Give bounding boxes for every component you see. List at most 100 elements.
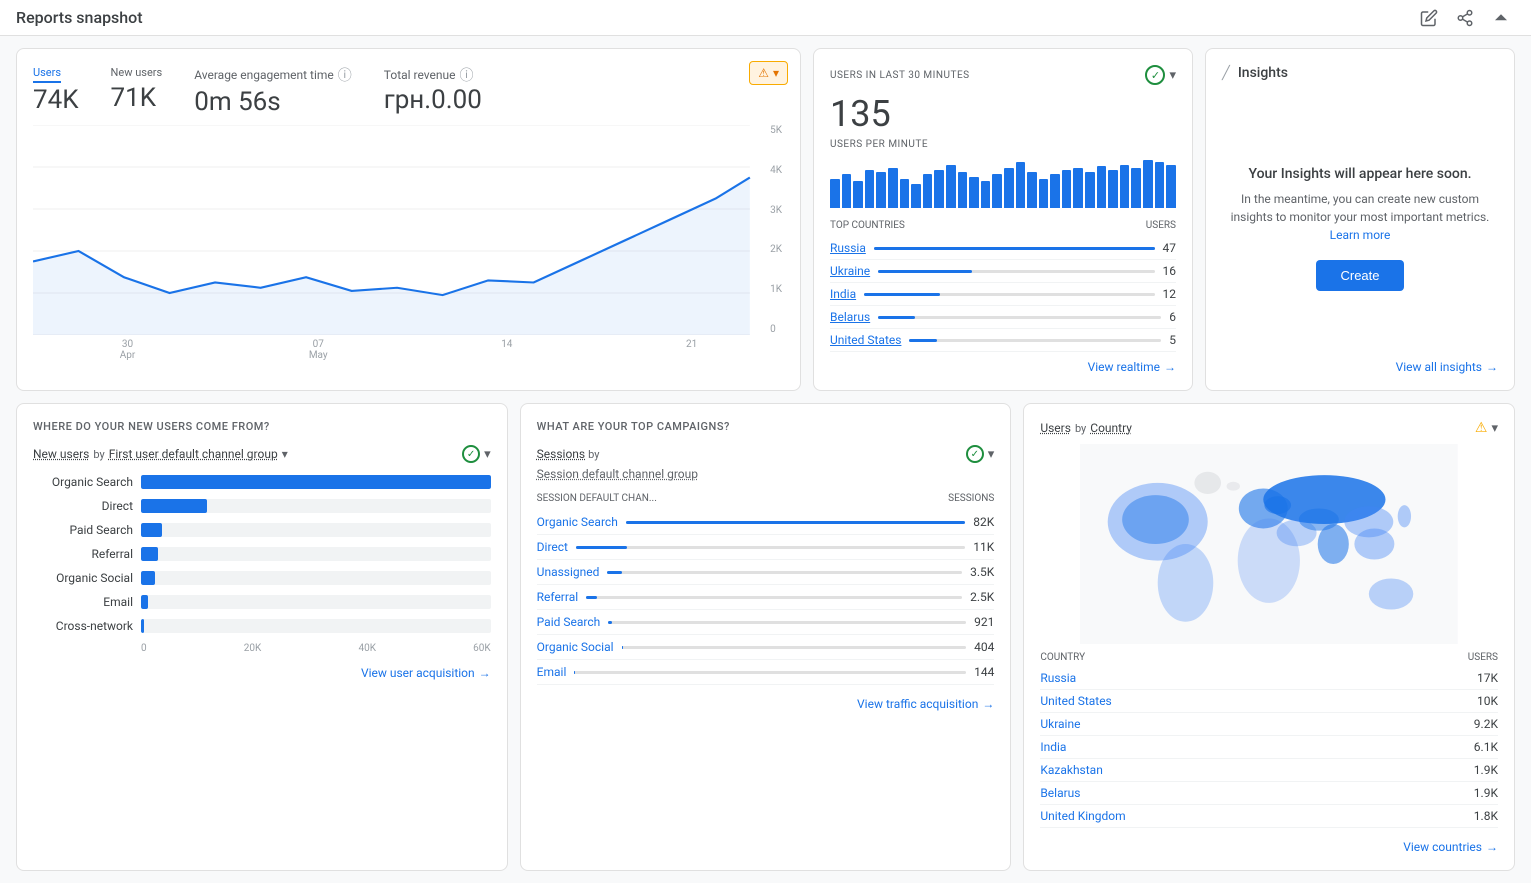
countries-list: Russia 47 Ukraine 16 India 12 Belarus 6 …	[830, 237, 1176, 352]
map-country-value: 9.2K	[1474, 717, 1498, 731]
map-alert: ⚠ ▾	[1475, 420, 1498, 436]
session-value: 404	[974, 640, 994, 654]
country-name[interactable]: India	[830, 287, 856, 301]
bar-row: Direct	[33, 499, 491, 513]
mini-bar	[1016, 162, 1026, 208]
bar-track	[141, 499, 491, 513]
session-name[interactable]: Unassigned	[537, 565, 600, 579]
mini-bar	[1155, 162, 1165, 208]
map-country-name[interactable]: United Kingdom	[1040, 809, 1125, 823]
revenue-metric: Total revenue ⓘ грн.0.00	[384, 65, 482, 117]
map-country-name[interactable]: Belarus	[1040, 786, 1080, 800]
mini-bar	[1050, 174, 1060, 208]
session-value: 82K	[973, 515, 994, 529]
header-actions	[1415, 4, 1515, 32]
users-value: 74K	[33, 85, 79, 115]
session-row: Direct 11K	[537, 535, 995, 560]
sessions-table: SESSION DEFAULT CHAN... SESSIONS Organic…	[537, 493, 995, 685]
mini-bar	[946, 165, 956, 208]
session-bar-wrap	[626, 521, 966, 524]
map-country-name[interactable]: India	[1040, 740, 1066, 754]
mini-bar	[1097, 166, 1107, 208]
map-country-name[interactable]: Kazakhstan	[1040, 763, 1103, 777]
session-name[interactable]: Email	[537, 665, 567, 679]
view-realtime-link[interactable]: View realtime →	[830, 360, 1176, 374]
bar-row: Referral	[33, 547, 491, 561]
view-traffic-acquisition-link[interactable]: View traffic acquisition →	[537, 697, 995, 711]
chart-x-labels: 30Apr 07May 14 21	[33, 339, 784, 361]
mini-bar	[992, 174, 1002, 208]
session-name[interactable]: Organic Social	[537, 640, 614, 654]
dropdown-arrow-camp[interactable]: ▾	[988, 447, 995, 462]
session-row: Paid Search 921	[537, 610, 995, 635]
chevron-down-icon[interactable]: ▾	[282, 447, 288, 461]
bar-row: Organic Social	[33, 571, 491, 585]
bar-label: Organic Search	[33, 475, 133, 489]
country-name[interactable]: Ukraine	[830, 264, 870, 278]
ctable-header: COUNTRY USERS	[1040, 652, 1498, 663]
revenue-info-icon[interactable]: ⓘ	[460, 65, 474, 85]
campaigns-card: WHAT ARE YOUR TOP CAMPAIGNS? Sessions by…	[520, 403, 1012, 871]
edit-button[interactable]	[1415, 4, 1443, 32]
realtime-header: USERS IN LAST 30 MINUTES ✓ ▾	[830, 65, 1176, 85]
more-button[interactable]	[1487, 4, 1515, 32]
map-country-name[interactable]: Ukraine	[1040, 717, 1080, 731]
session-name[interactable]: Direct	[537, 540, 568, 554]
session-name[interactable]: Paid Search	[537, 615, 601, 629]
bar-fill	[141, 499, 207, 513]
session-bar-wrap	[586, 596, 962, 599]
session-bar	[622, 646, 624, 649]
x-label-3: 14	[501, 339, 512, 361]
bottom-row: WHERE DO YOUR NEW USERS COME FROM? New u…	[16, 403, 1515, 871]
map-country-row: Ukraine 9.2K	[1040, 713, 1498, 736]
avg-engagement-value: 0m 56s	[194, 87, 352, 117]
check-icon: ✓	[462, 445, 480, 463]
dropdown-arrow-map[interactable]: ▾	[1491, 421, 1498, 436]
acquisition-section-title: WHERE DO YOUR NEW USERS COME FROM?	[33, 420, 491, 433]
session-bar	[576, 546, 627, 549]
new-users-metric: New users 71K	[111, 65, 163, 117]
revenue-value: грн.0.00	[384, 85, 482, 115]
view-countries-link[interactable]: View countries →	[1040, 840, 1498, 854]
country-name[interactable]: Belarus	[830, 310, 870, 324]
bar-chart-x: 020K40K60K	[141, 643, 491, 654]
country-bar-wrap	[909, 339, 1161, 342]
users-label[interactable]: Users	[33, 66, 61, 83]
bar-fill	[141, 619, 144, 633]
bar-track	[141, 595, 491, 609]
view-all-insights-link[interactable]: View all insights →	[1222, 360, 1498, 374]
insights-line-icon: ╱	[1222, 66, 1230, 81]
insights-title: Insights	[1238, 65, 1288, 81]
view-user-acquisition-link[interactable]: View user acquisition →	[33, 666, 491, 680]
country-row: Ukraine 16	[830, 260, 1176, 283]
country-name[interactable]: Russia	[830, 241, 866, 255]
revenue-label: Total revenue ⓘ	[384, 65, 482, 85]
acquisition-card: WHERE DO YOUR NEW USERS COME FROM? New u…	[16, 403, 508, 871]
country-bar	[878, 270, 972, 273]
realtime-card: USERS IN LAST 30 MINUTES ✓ ▾ 135 USERS P…	[813, 48, 1193, 391]
country-value: 47	[1163, 241, 1177, 255]
session-name[interactable]: Organic Search	[537, 515, 618, 529]
map-country-value: 1.9K	[1474, 786, 1498, 800]
realtime-number: 135	[830, 93, 1176, 135]
create-button[interactable]: Create	[1316, 260, 1403, 291]
session-row: Referral 2.5K	[537, 585, 995, 610]
country-name[interactable]: United States	[830, 333, 901, 347]
insights-body: Your Insights will appear here soon. In …	[1222, 97, 1498, 360]
map-container	[1040, 444, 1498, 644]
session-value: 921	[974, 615, 994, 629]
session-name[interactable]: Referral	[537, 590, 579, 604]
dropdown-arrow-acq[interactable]: ▾	[484, 447, 491, 462]
engagement-info-icon[interactable]: ⓘ	[338, 65, 352, 85]
map-country-name[interactable]: United States	[1040, 694, 1111, 708]
dropdown-arrow-realtime[interactable]: ▾	[1169, 68, 1176, 83]
map-selector: Users by Country	[1040, 421, 1132, 435]
learn-more-link[interactable]: Learn more	[1330, 228, 1391, 242]
session-row: Unassigned 3.5K	[537, 560, 995, 585]
campaigns-dimension[interactable]: Session default channel group	[537, 467, 995, 481]
map-country-name[interactable]: Russia	[1040, 671, 1076, 685]
share-button[interactable]	[1451, 4, 1479, 32]
bar-fill	[141, 595, 148, 609]
mini-bar	[934, 170, 944, 208]
alert-badge[interactable]: ⚠ ▾	[749, 61, 788, 85]
